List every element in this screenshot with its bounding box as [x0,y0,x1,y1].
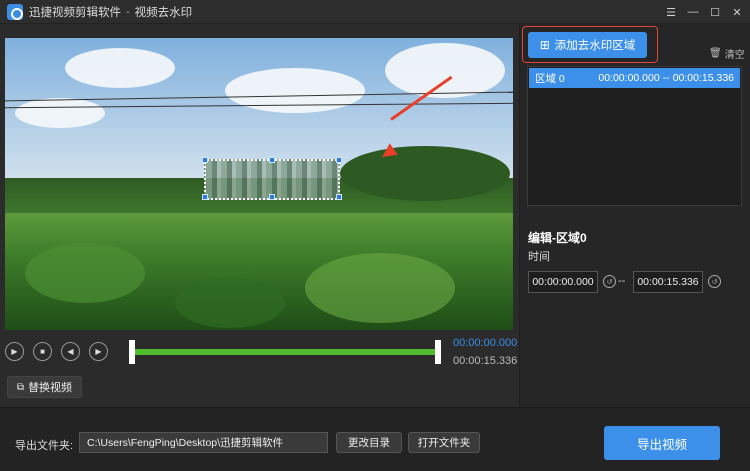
minimize-icon[interactable]: — [684,3,702,21]
window-controls: ☰ — ☐ ✕ [662,3,746,21]
clear-label: 清空 [724,50,745,61]
add-watermark-region-button[interactable]: ⊞ 添加去水印区域 [528,32,647,58]
region-row[interactable]: 区域 0 00:00:00.000 -- 00:00:15.336 [529,68,740,88]
page-title: 视频去水印 [134,6,193,19]
total-time: 00:00:15.336 [453,355,518,367]
change-directory-button[interactable]: 更改目录 [336,432,402,453]
current-time: 00:00:00.000 [453,337,518,349]
start-time-input[interactable]: 00:00:00.000 [528,271,598,293]
leaf-patch [25,243,145,303]
replace-video-button[interactable]: ⧉ 替换视频 [7,376,82,398]
timeline[interactable] [129,340,441,364]
resize-handle[interactable] [202,194,208,200]
region-separator: -- [662,72,670,84]
export-path-field[interactable]: C:\Users\FengPing\Desktop\迅捷剪辑软件 [79,432,328,453]
prev-frame-icon[interactable]: ◀ [61,342,80,361]
resize-handle[interactable] [269,157,275,163]
cloud [385,43,505,98]
region-end: 00:00:15.336 [672,72,734,84]
timeline-start-handle[interactable] [129,340,135,364]
time-label: 时间 [528,251,550,263]
timeline-track [133,349,437,355]
reset-start-time-icon[interactable]: ↺ [603,275,616,288]
leaf-patch [175,278,285,328]
resize-handle[interactable] [269,194,275,200]
end-time-input[interactable]: 00:00:15.336 [633,271,703,293]
export-folder-label: 导出文件夹: [15,440,74,452]
clear-button[interactable]: 🗑 清空 [709,46,745,61]
app-logo-icon [7,3,23,20]
resize-handle[interactable] [336,194,342,200]
video-preview[interactable] [5,38,513,330]
add-region-label: 添加去水印区域 [554,40,636,52]
play-icon[interactable]: ▶ [5,342,24,361]
cloud [65,48,175,88]
close-icon[interactable]: ✕ [728,3,746,21]
time-range-separator: -- [618,275,626,287]
open-folder-button[interactable]: 打开文件夹 [408,432,480,453]
next-frame-icon[interactable]: ▶ [89,342,108,361]
cloud [15,98,105,128]
resize-handle[interactable] [336,157,342,163]
leaf-patch [305,253,455,323]
timeline-end-handle[interactable] [435,340,441,364]
trash-icon: 🗑 [709,48,722,59]
stop-icon[interactable]: ■ [33,342,52,361]
export-video-button[interactable]: 导出视频 [604,426,720,460]
resize-handle[interactable] [202,157,208,163]
tree-cluster [340,146,510,201]
cloud [225,68,365,113]
replace-video-label: 替换视频 [28,382,73,394]
reset-end-time-icon[interactable]: ↺ [708,275,721,288]
replace-icon: ⧉ [16,381,25,393]
region-name: 区域 0 [535,72,565,85]
app-name: 迅捷视频剪辑软件 [29,6,121,19]
add-region-icon: ⊞ [539,38,550,52]
watermark-region-box[interactable] [202,157,342,200]
edit-region-title: 编辑-区域0 [528,231,587,245]
playback-controls: ▶ ■ ◀ ▶ [5,342,108,361]
region-start: 00:00:00.000 [598,72,660,84]
region-list: 区域 0 00:00:00.000 -- 00:00:15.336 [527,66,742,206]
title-separator: - [126,5,130,18]
menu-icon[interactable]: ☰ [662,3,680,21]
title-bar: 迅捷视频剪辑软件 - 视频去水印 ☰ — ☐ ✕ [0,0,750,24]
maximize-icon[interactable]: ☐ [706,3,724,21]
